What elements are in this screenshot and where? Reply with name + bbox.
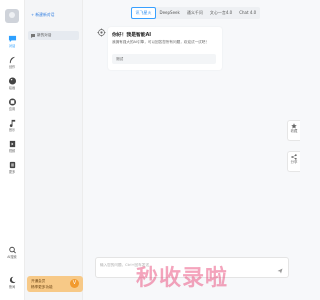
nav-item-music[interactable]: 音乐: [0, 119, 24, 137]
music-icon: [9, 119, 15, 127]
nav-item-label: 对话: [8, 44, 16, 48]
nav-item-ai-search[interactable]: AI搜索: [0, 246, 24, 264]
nav-item-night-mode[interactable]: 夜间: [0, 276, 24, 294]
share-label: 分享: [290, 160, 298, 164]
welcome-title: 你好！我是智能AI: [112, 33, 152, 38]
grid-icon: [8, 98, 16, 106]
nav-item-label: 音乐: [8, 128, 16, 132]
history-item-label: 新的对话: [37, 33, 52, 37]
feather-icon: [9, 56, 15, 64]
nav-item-label: 视频: [8, 149, 16, 153]
nav-item-label: 更多: [8, 170, 16, 174]
chat-history-panel: + 新建新对话 新的对话: [25, 0, 83, 300]
nav-item-more[interactable]: 更多: [0, 161, 24, 179]
tab-tongyi-qianwen[interactable]: 通义千问: [183, 7, 206, 19]
new-chat-button[interactable]: + 新建新对话: [31, 12, 54, 18]
more-icon: [9, 161, 15, 169]
welcome-subtitle: 我拥有强大的AI引擎，可以回答您所有问题，欢迎试一试吧！: [112, 40, 209, 44]
watermark: 秒收录啦: [136, 266, 229, 291]
nav-item-paint[interactable]: 绘画: [0, 77, 24, 95]
nav-item-label: 夜间: [8, 285, 16, 289]
tab-xunfei-spark[interactable]: 讯飞星火: [131, 7, 156, 19]
history-item[interactable]: 新的对话: [28, 31, 79, 40]
tab-deepseek[interactable]: DeepSeek: [156, 7, 183, 19]
tab-wenxin-yiyan[interactable]: 文心一言4.0: [206, 7, 235, 19]
palette-icon: [8, 77, 16, 85]
left-nav-rail: 对话 创作 绘画 应用 音乐 视频 更多 AI搜索 夜间: [0, 0, 25, 300]
model-tabs: 讯飞星火 DeepSeek 通义千问 文心一言4.0 Chat 4.0: [131, 7, 260, 19]
favorite-button[interactable]: 收藏: [287, 120, 300, 141]
tab-chat-4[interactable]: Chat 4.0: [236, 7, 260, 19]
vip-subtitle: 畅享更多功能: [31, 284, 53, 289]
favorite-label: 收藏: [290, 129, 298, 133]
suggestion-label: 测试: [116, 57, 124, 61]
nav-item-create[interactable]: 创作: [0, 56, 24, 74]
chat-icon: [8, 35, 16, 43]
vip-badge-icon: V: [70, 279, 79, 288]
nav-item-label: 创作: [8, 65, 16, 69]
send-icon[interactable]: [277, 268, 283, 274]
nav-item-chat[interactable]: 对话: [0, 35, 24, 53]
nav-item-label: 应用: [8, 107, 16, 111]
chat-bubble-icon: [31, 33, 35, 38]
nav-item-apps[interactable]: 应用: [0, 98, 24, 116]
nav-item-label: 绘画: [8, 86, 16, 90]
nav-item-video[interactable]: 视频: [0, 140, 24, 158]
avatar[interactable]: [5, 9, 19, 23]
video-icon: [9, 140, 15, 148]
search-icon: [8, 246, 16, 254]
share-button[interactable]: 分享: [287, 151, 300, 172]
nav-item-label: AI搜索: [7, 255, 17, 259]
suggestion-chip[interactable]: 测试: [112, 54, 216, 64]
moon-icon: [9, 276, 16, 284]
vip-title: 开通会员: [31, 279, 46, 283]
vip-upgrade-card[interactable]: 开通会员 畅享更多功能 V: [27, 276, 83, 292]
welcome-message: 你好！我是智能AI 我拥有强大的AI引擎，可以回答您所有问题，欢迎试一试吧！ 测…: [108, 27, 222, 70]
bot-gear-icon: [97, 28, 106, 37]
